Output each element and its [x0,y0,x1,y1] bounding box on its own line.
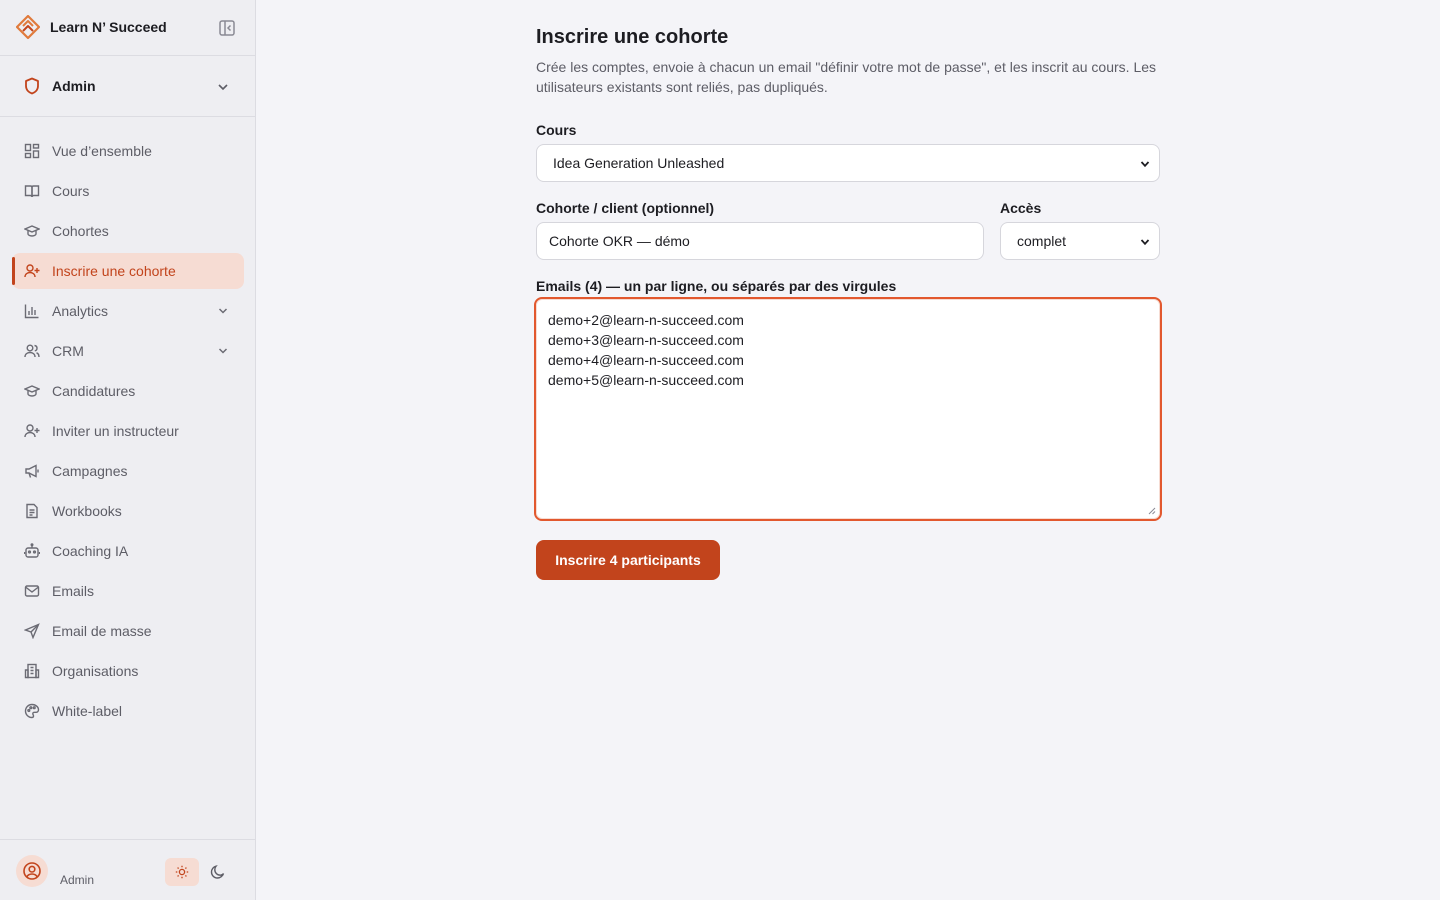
sidebar-item-label: Inviter un instructeur [52,423,179,439]
sidebar-item-label: Emails [52,583,95,599]
sidebar-item-analytics[interactable]: Analytics [12,293,244,329]
cohort-input[interactable]: Cohorte OKR — démo [536,222,984,260]
sidebar-item-applications[interactable]: Candidatures [12,373,244,409]
access-label: Accès [1000,200,1042,216]
brand-logo-icon [16,15,40,41]
dashboard-icon [24,143,40,159]
sidebar-item-ai-coaching[interactable]: Coaching IA [12,533,244,569]
sidebar-item-label: Campagnes [52,463,128,479]
megaphone-icon [24,463,40,479]
sidebar-item-courses[interactable]: Cours [12,173,244,209]
sidebar-item-label: Email de masse [52,623,152,639]
sidebar: Learn N’ Succeed Admin Vue d’ensemble Co… [0,0,256,900]
email-line: demo+4@learn-n-succeed.com [548,352,744,368]
document-icon [24,503,40,519]
sidebar-item-campaigns[interactable]: Campagnes [12,453,244,489]
cohort-label: Cohorte / client (optionnel) [536,200,715,216]
chevron-down-icon [217,345,229,357]
enroll-submit-button[interactable]: Inscrire 4 participants [536,540,720,580]
sidebar-item-label: Cohortes [52,223,109,239]
graduation-cap-icon [24,223,40,239]
course-select-value: Idea Generation Unleashed [553,155,725,171]
moon-icon[interactable] [210,864,226,880]
email-line: demo+5@learn-n-succeed.com [548,372,744,388]
email-line: demo+2@learn-n-succeed.com [548,312,744,328]
sun-icon [175,865,189,879]
sidebar-item-label: Vue d’ensemble [52,143,152,159]
send-icon [24,623,40,639]
sidebar-item-label: Inscrire une cohorte [52,263,176,279]
resize-handle-icon[interactable] [1148,507,1156,515]
sidebar-item-label: Organisations [52,663,139,679]
sidebar-item-mass-email[interactable]: Email de masse [12,613,244,649]
footer-user-name: Admin [60,873,95,887]
sidebar-nav: Vue d’ensemble Cours Cohortes Inscrire u… [12,133,244,733]
sidebar-item-workbooks[interactable]: Workbooks [12,493,244,529]
sidebar-item-label: CRM [52,343,84,359]
book-icon [24,183,40,199]
sidebar-item-emails[interactable]: Emails [12,573,244,609]
sidebar-item-label: Coaching IA [52,543,129,559]
course-select[interactable]: Idea Generation Unleashed [536,144,1160,182]
emails-label: Emails (4) — un par ligne, ou séparés pa… [536,278,897,294]
sidebar-item-label: Workbooks [52,503,122,519]
brand-header: Learn N’ Succeed [0,0,255,56]
sidebar-item-enroll-cohort[interactable]: Inscrire une cohorte [12,253,244,289]
palette-icon [24,703,40,719]
page-description: Crée les comptes, envoie à chacun un ema… [536,59,1157,95]
user-plus-icon [24,263,40,279]
emails-textarea[interactable]: demo+2@learn-n-succeed.com demo+3@learn-… [534,297,1162,521]
sidebar-footer: Admin [0,839,255,900]
access-select-value: complet [1017,233,1067,249]
chevron-down-icon [217,305,229,317]
graduation-cap-icon [24,383,40,399]
light-theme-button[interactable] [165,858,199,886]
user-plus-icon [24,423,40,439]
mail-icon [24,583,40,599]
sidebar-item-label: Cours [52,183,90,199]
emails-textarea-content: demo+2@learn-n-succeed.com demo+3@learn-… [548,310,744,390]
sidebar-item-label: Analytics [52,303,109,319]
role-label: Admin [52,78,96,94]
chevron-down-icon [216,80,230,94]
cohort-input-value: Cohorte OKR — démo [549,233,690,249]
course-label: Cours [536,122,577,138]
sidebar-item-invite-instructor[interactable]: Inviter un instructeur [12,413,244,449]
shield-icon [24,77,40,95]
page-title: Inscrire une cohorte [536,26,729,48]
sidebar-item-overview[interactable]: Vue d’ensemble [12,133,244,169]
robot-icon [24,543,40,559]
building-icon [24,663,40,679]
sidebar-item-cohorts[interactable]: Cohortes [12,213,244,249]
sidebar-item-label: White-label [52,703,123,719]
sidebar-item-white-label[interactable]: White-label [12,693,244,729]
avatar[interactable] [16,855,48,887]
users-icon [24,343,40,359]
collapse-sidebar-icon[interactable] [218,19,236,37]
chevron-down-icon [1139,158,1151,170]
sidebar-item-label: Candidatures [52,383,136,399]
role-switcher[interactable]: Admin [0,56,255,117]
sidebar-item-organizations[interactable]: Organisations [12,653,244,689]
brand-name: Learn N’ Succeed [50,19,167,35]
sidebar-item-crm[interactable]: CRM [12,333,244,369]
access-select[interactable]: complet [1000,222,1160,260]
email-line: demo+3@learn-n-succeed.com [548,332,744,348]
bar-chart-icon [24,303,40,319]
chevron-down-icon [1139,236,1151,248]
